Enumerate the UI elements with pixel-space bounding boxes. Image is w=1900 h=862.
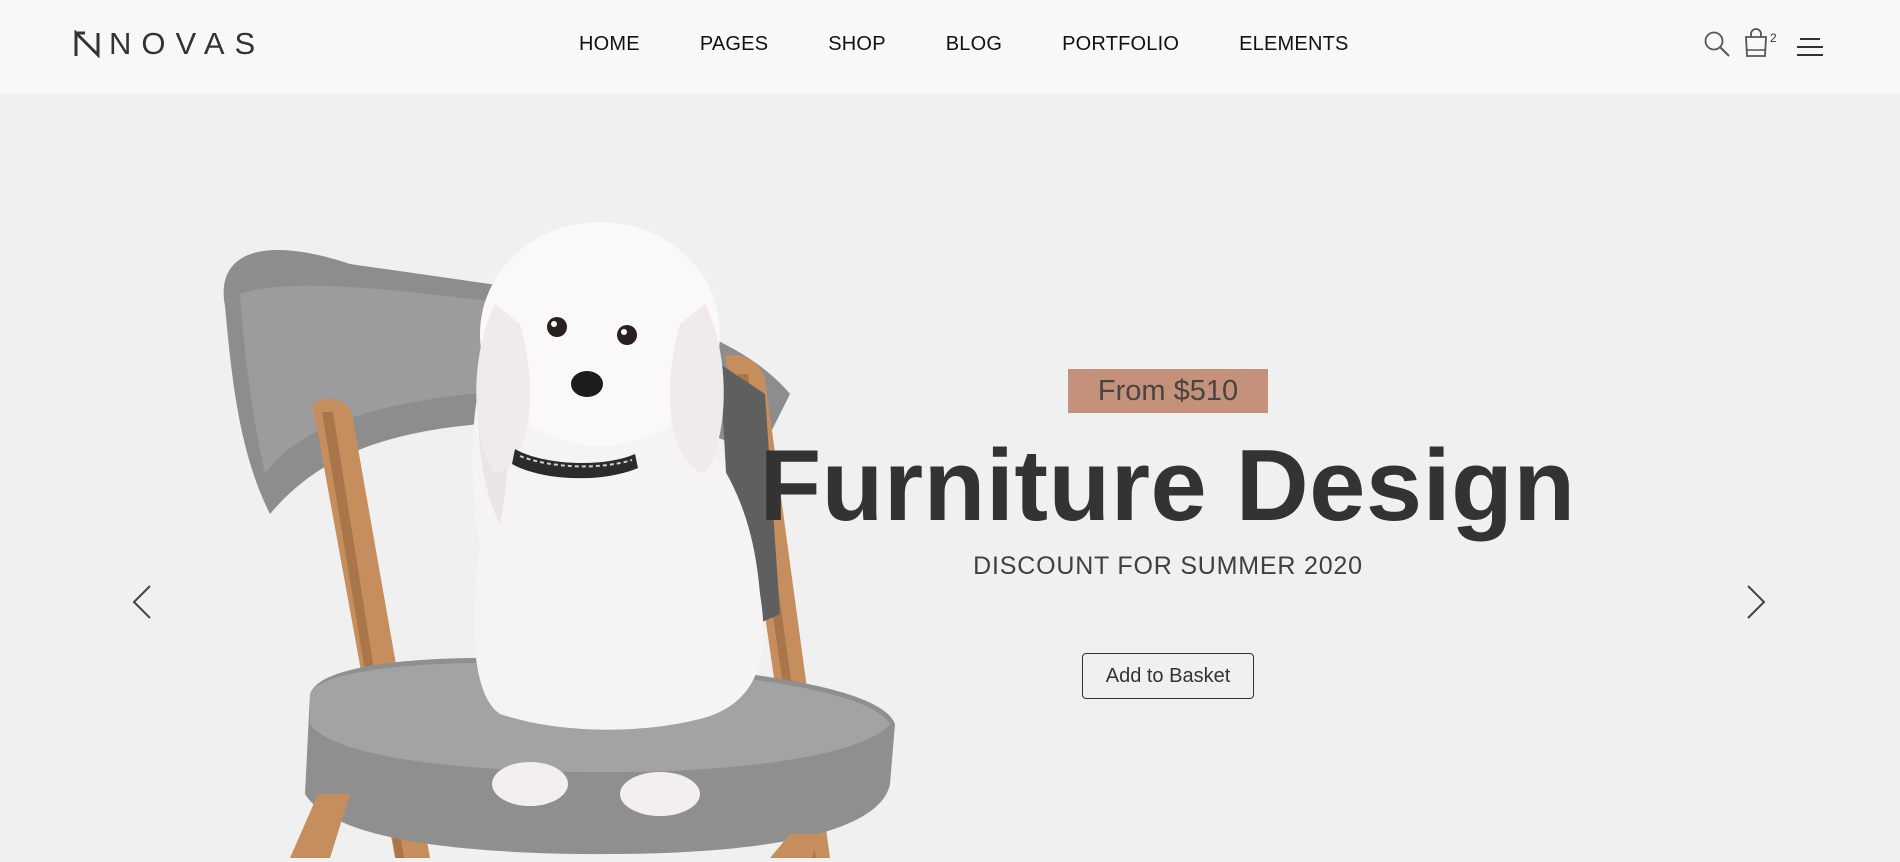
logo-mark-icon bbox=[73, 29, 101, 59]
nav-pages[interactable]: PAGES bbox=[700, 30, 768, 58]
hero-subtitle: DISCOUNT FOR SUMMER 2020 bbox=[973, 552, 1363, 580]
logo-text: NOVAS bbox=[109, 26, 266, 61]
site-header: NOVAS HOME PAGES SHOP BLOG PORTFOLIO ELE… bbox=[0, 0, 1900, 94]
chevron-right-icon[interactable] bbox=[1744, 584, 1768, 620]
hero-title: Furniture Design bbox=[759, 430, 1576, 542]
nav-blog[interactable]: BLOG bbox=[946, 30, 1002, 58]
price-tag: From $510 bbox=[1068, 369, 1268, 413]
nav-elements[interactable]: ELEMENTS bbox=[1239, 30, 1348, 58]
nav-shop[interactable]: SHOP bbox=[828, 30, 885, 58]
price-tag-label: From $510 bbox=[1097, 374, 1239, 407]
hamburger-menu-icon[interactable] bbox=[1796, 37, 1824, 61]
chevron-left-icon[interactable] bbox=[130, 584, 154, 620]
logo[interactable]: NOVAS bbox=[73, 26, 265, 62]
main-nav: HOME PAGES SHOP BLOG PORTFOLIO ELEMENTS bbox=[579, 30, 1349, 58]
nav-home[interactable]: HOME bbox=[579, 30, 640, 58]
shopping-bag-icon[interactable] bbox=[1743, 28, 1769, 62]
nav-portfolio[interactable]: PORTFOLIO bbox=[1062, 30, 1179, 58]
search-icon[interactable] bbox=[1703, 30, 1731, 62]
cart-count-badge: 2 bbox=[1770, 31, 1777, 45]
add-to-basket-button[interactable]: Add to Basket bbox=[1082, 653, 1254, 699]
